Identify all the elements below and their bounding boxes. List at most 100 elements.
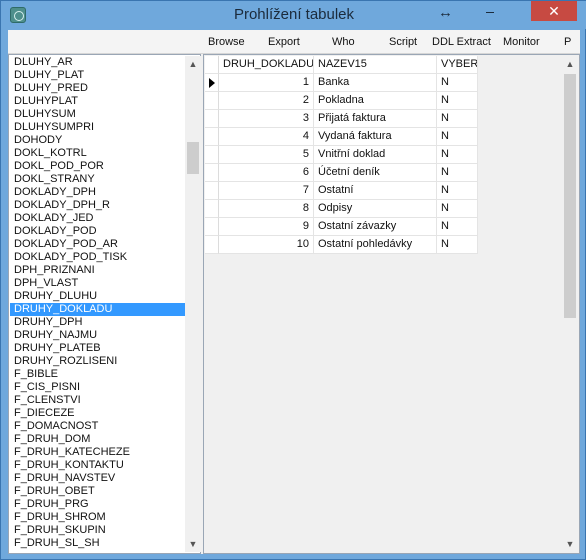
table-list-item[interactable]: F_CLENSTVI xyxy=(10,394,185,407)
row-indicator[interactable] xyxy=(205,182,219,200)
close-button[interactable]: ✕ xyxy=(531,1,577,21)
row-indicator[interactable] xyxy=(205,200,219,218)
table-cell[interactable]: 5 xyxy=(219,146,314,164)
table-list-item[interactable]: DRUHY_ROZLISENI xyxy=(10,355,185,368)
table-list-item[interactable]: DRUHY_DLUHU xyxy=(10,290,185,303)
scroll-up-icon[interactable]: ▲ xyxy=(562,56,578,72)
table-cell[interactable]: 7 xyxy=(219,182,314,200)
table-list-item[interactable]: F_CIS_PISNI xyxy=(10,381,185,394)
table-cell[interactable]: 2 xyxy=(219,92,314,110)
menu-script[interactable]: Script xyxy=(389,36,417,48)
table-list-item[interactable]: F_BIBLE xyxy=(10,368,185,381)
table-cell[interactable]: Ostatní xyxy=(314,182,437,200)
table-list-item[interactable]: F_DRUH_NAVSTEV xyxy=(10,472,185,485)
menu-browse[interactable]: Browse xyxy=(208,36,245,48)
table-list-item[interactable]: DLUHYSUM xyxy=(10,108,185,121)
table-cell[interactable]: N xyxy=(437,92,478,110)
table-cell[interactable]: Přijatá faktura xyxy=(314,110,437,128)
table-cell[interactable]: 6 xyxy=(219,164,314,182)
table-list-item[interactable]: DOKLADY_DPH xyxy=(10,186,185,199)
scroll-down-icon[interactable]: ▼ xyxy=(562,536,578,552)
row-indicator[interactable] xyxy=(205,110,219,128)
table-list-item[interactable]: DPH_PRIZNANI xyxy=(10,264,185,277)
table-list-item[interactable]: F_DRUH_PRG xyxy=(10,498,185,511)
table-list-item[interactable]: DOHODY xyxy=(10,134,185,147)
table-cell[interactable]: Ostatní pohledávky xyxy=(314,236,437,254)
column-header[interactable]: VYBER xyxy=(437,56,478,74)
table-list-scrollbar[interactable]: ▲ ▼ xyxy=(185,56,201,552)
row-indicator[interactable] xyxy=(205,128,219,146)
table-list-item[interactable]: DLUHYPLAT xyxy=(10,95,185,108)
table-cell[interactable]: N xyxy=(437,164,478,182)
table-list[interactable]: DLUHY_AR DLUHY_PLAT DLUHY_PRED DLUHYPLAT DLU… xyxy=(10,56,185,552)
table-cell[interactable]: 4 xyxy=(219,128,314,146)
table-list-item[interactable]: DOKLADY_JED xyxy=(10,212,185,225)
table-cell[interactable]: 1 xyxy=(219,74,314,92)
table-list-item[interactable]: F_DRUH_OBET xyxy=(10,485,185,498)
table-list-item[interactable]: DLUHY_AR xyxy=(10,56,185,69)
minimize-button[interactable] xyxy=(477,1,503,21)
table-cell[interactable]: 8 xyxy=(219,200,314,218)
table-cell[interactable]: 10 xyxy=(219,236,314,254)
table-list-item[interactable]: DOKL_POD_POR xyxy=(10,160,185,173)
table-list-item[interactable]: F_DOMACNOST xyxy=(10,420,185,433)
row-indicator[interactable] xyxy=(205,164,219,182)
table-list-item[interactable]: F_DRUH_SL_SH xyxy=(10,537,185,550)
table-list-item[interactable]: DOKLADY_DPH_R xyxy=(10,199,185,212)
table-list-item[interactable]: DPH_VLAST xyxy=(10,277,185,290)
table-list-item[interactable]: DLUHYSUMPRI xyxy=(10,121,185,134)
row-indicator[interactable] xyxy=(205,146,219,164)
table-list-item[interactable]: DRUHY_DOKLADU xyxy=(10,303,185,316)
table-list-item[interactable]: DRUHY_PLATEB xyxy=(10,342,185,355)
table-cell[interactable]: N xyxy=(437,200,478,218)
row-indicator[interactable] xyxy=(205,92,219,110)
table-list-item[interactable]: F_DRUH_KONTAKTU xyxy=(10,459,185,472)
table-list-item[interactable]: DOKLADY_POD xyxy=(10,225,185,238)
scroll-thumb[interactable] xyxy=(564,74,576,318)
menu-who[interactable]: Who xyxy=(332,36,355,48)
table-cell[interactable]: Účetní deník xyxy=(314,164,437,182)
table-list-item[interactable]: DRUHY_DPH xyxy=(10,316,185,329)
resize-arrows-icon[interactable]: ↔ xyxy=(438,4,453,21)
row-indicator[interactable] xyxy=(205,218,219,236)
menu-monitor[interactable]: Monitor xyxy=(503,36,540,48)
table-cell[interactable]: 9 xyxy=(219,218,314,236)
column-header[interactable]: NAZEV15 xyxy=(314,56,437,74)
table-list-item[interactable]: F_DRUH_SKUPIN xyxy=(10,524,185,537)
table-list-item[interactable]: DOKL_KOTRL xyxy=(10,147,185,160)
menu-export[interactable]: Export xyxy=(268,36,300,48)
table-cell[interactable]: Ostatní závazky xyxy=(314,218,437,236)
row-indicator[interactable] xyxy=(205,236,219,254)
scroll-up-icon[interactable]: ▲ xyxy=(185,56,201,72)
table-list-item[interactable]: DRUHY_NAJMU xyxy=(10,329,185,342)
table-cell[interactable]: 3 xyxy=(219,110,314,128)
table-list-item[interactable]: DOKLADY_POD_AR xyxy=(10,238,185,251)
table-list-item[interactable]: F_DIECEZE xyxy=(10,407,185,420)
table-cell[interactable]: Vnitřní doklad xyxy=(314,146,437,164)
table-cell[interactable]: N xyxy=(437,110,478,128)
grid-scrollbar[interactable]: ▲ ▼ xyxy=(562,56,578,552)
table-cell[interactable]: N xyxy=(437,74,478,92)
table-cell[interactable]: N xyxy=(437,236,478,254)
table-list-item[interactable]: F_DRUH_DOM xyxy=(10,433,185,446)
table-list-item[interactable]: DLUHY_PLAT xyxy=(10,69,185,82)
scroll-thumb[interactable] xyxy=(187,142,199,174)
table-cell[interactable]: Pokladna xyxy=(314,92,437,110)
table-cell[interactable]: Banka xyxy=(314,74,437,92)
table-cell[interactable]: N xyxy=(437,128,478,146)
table-list-item[interactable]: DLUHY_PRED xyxy=(10,82,185,95)
scroll-down-icon[interactable]: ▼ xyxy=(185,536,201,552)
table-list-item[interactable]: F_DRUH_SHROM xyxy=(10,511,185,524)
column-header[interactable]: DRUH_DOKLADU xyxy=(219,56,314,74)
table-cell[interactable]: N xyxy=(437,182,478,200)
table-list-item[interactable]: DOKL_STRANY xyxy=(10,173,185,186)
table-cell[interactable]: N xyxy=(437,146,478,164)
table-cell[interactable]: Vydaná faktura xyxy=(314,128,437,146)
table-list-item[interactable]: F_DRUH_KATECHEZE xyxy=(10,446,185,459)
table-list-item[interactable]: DOKLADY_POD_TISK xyxy=(10,251,185,264)
table-cell[interactable]: N xyxy=(437,218,478,236)
menu-p[interactable]: P xyxy=(564,36,571,48)
row-indicator[interactable] xyxy=(205,74,219,92)
menu-ddl-extract[interactable]: DDL Extract xyxy=(432,36,491,48)
title-bar[interactable]: Prohlížení tabulek ↔ ✕ xyxy=(1,1,586,29)
